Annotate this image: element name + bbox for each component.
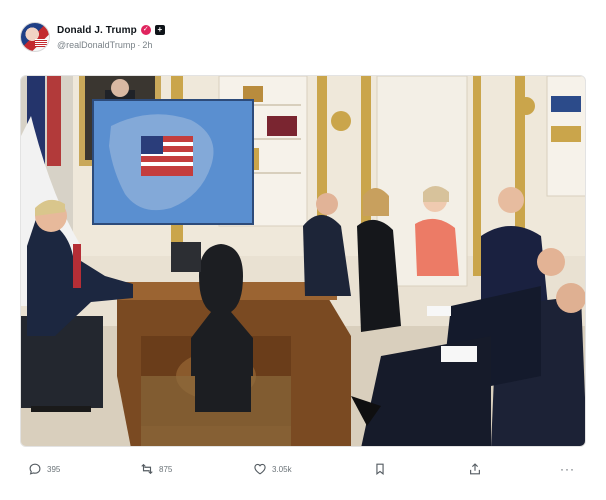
post-action-bar: 395 875 3.05k ··· [20, 458, 586, 480]
post-photo[interactable] [20, 75, 586, 447]
share-button[interactable] [468, 460, 482, 478]
reply-count: 395 [47, 464, 61, 474]
post-header: Donald J. Trump ✓ + @realDonaldTrump · 2… [20, 22, 580, 56]
author-display-name[interactable]: Donald J. Trump [57, 25, 137, 36]
more-icon: ··· [560, 462, 575, 476]
meta-separator: · [137, 40, 141, 50]
bookmark-icon [376, 463, 384, 475]
author-handle[interactable]: @realDonaldTrump [57, 40, 135, 50]
like-count: 3.05k [272, 464, 292, 474]
share-icon [470, 463, 480, 475]
like-button[interactable]: 3.05k [253, 460, 292, 478]
post-card: Donald J. Trump ✓ + @realDonaldTrump · 2… [0, 0, 606, 500]
bookmark-button[interactable] [373, 460, 387, 478]
reply-icon [29, 463, 41, 475]
photo-illustration [21, 76, 585, 446]
platform-badge-icon: + [154, 25, 165, 35]
post-timestamp[interactable]: 2h [142, 40, 152, 50]
reply-button[interactable]: 395 [28, 460, 60, 478]
author-name-row: Donald J. Trump ✓ + [57, 23, 165, 37]
more-button[interactable]: ··· [560, 460, 575, 478]
verified-badge-icon: ✓ [140, 25, 151, 35]
flag-icon [35, 39, 47, 47]
repost-count: 875 [159, 464, 173, 474]
repost-button[interactable]: 875 [140, 460, 172, 478]
avatar[interactable] [20, 22, 50, 52]
author-meta-row: @realDonaldTrump · 2h [57, 40, 152, 50]
repost-icon [141, 463, 153, 475]
heart-icon [254, 463, 266, 475]
